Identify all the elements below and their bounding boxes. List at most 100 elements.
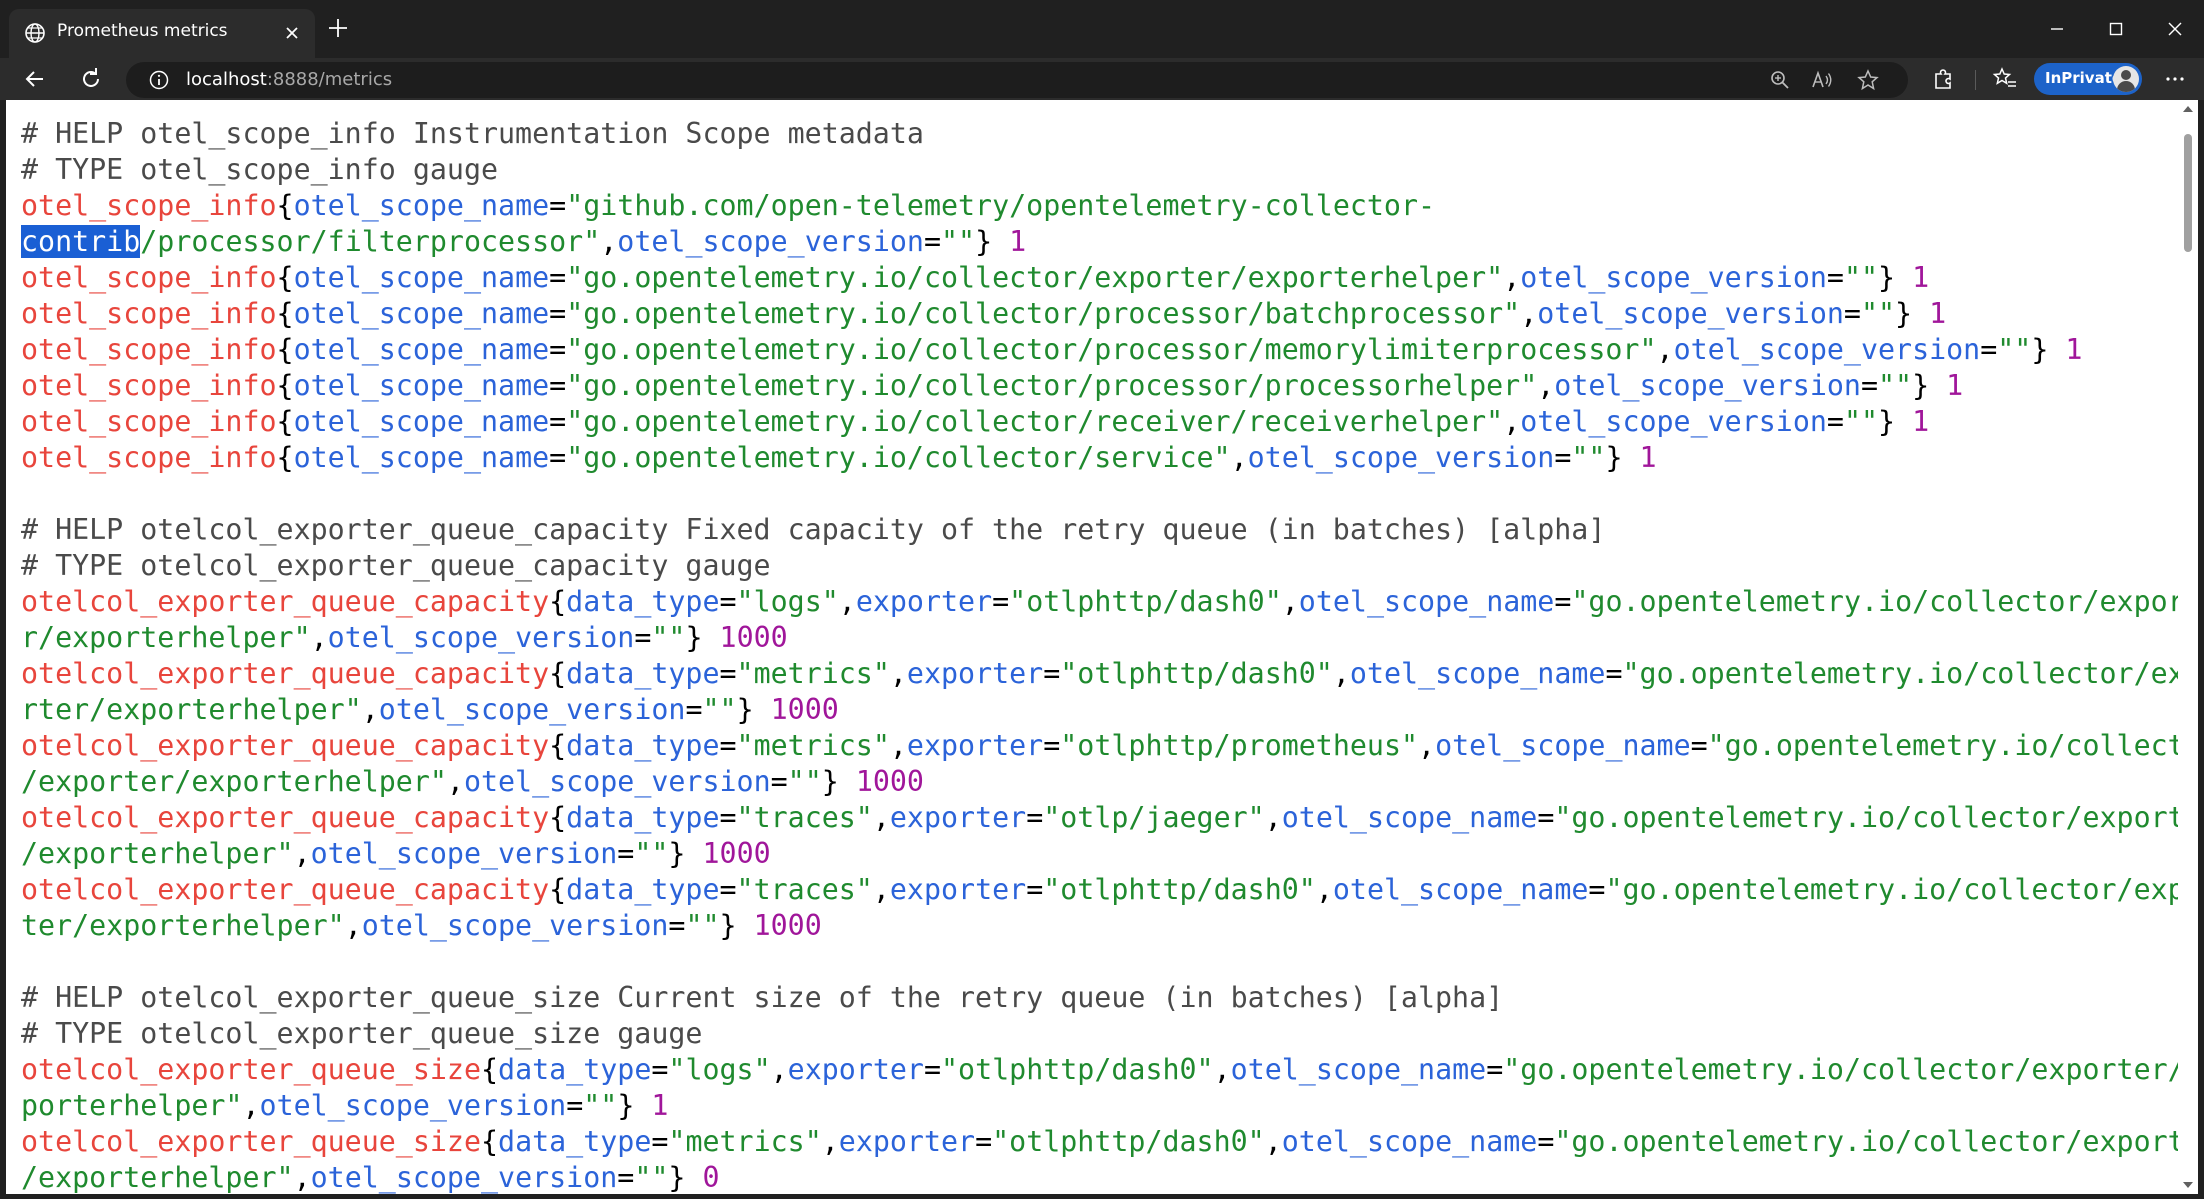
extensions-icon[interactable] — [1928, 64, 1958, 94]
label-key: otel_scope_name — [1349, 657, 1606, 690]
metric-value: 1000 — [719, 621, 788, 654]
label-key: data_type — [566, 657, 720, 690]
label-value: "metrics" — [736, 729, 890, 762]
equals: = — [651, 1125, 669, 1158]
brace: } — [2031, 333, 2066, 366]
metric-name: otelcol_exporter_queue_size — [21, 1053, 481, 1086]
label-key: exporter — [855, 585, 993, 618]
label-value: "" — [1843, 261, 1879, 294]
scrollbar-thumb[interactable] — [2184, 134, 2192, 252]
equals: = — [549, 297, 567, 330]
label-value: "" — [634, 1161, 669, 1194]
comment-text: # HELP otelcol_exporter_queue_size Curre… — [21, 981, 1504, 1014]
comment-text: # TYPE otel_scope_info gauge — [21, 153, 499, 186]
label-value: "" — [941, 225, 976, 258]
label-key: exporter — [787, 1053, 924, 1086]
brace: } — [668, 837, 703, 870]
label-value: "otlphttp/dash0" — [992, 1125, 1265, 1158]
label-value: "otlphttp/prometheus" — [1060, 729, 1419, 762]
comma: , — [1213, 1053, 1231, 1086]
more-icon[interactable] — [2160, 64, 2190, 94]
selected-text: contrib — [21, 225, 141, 258]
label-value: "" — [702, 693, 737, 726]
scroll-up-icon[interactable] — [2182, 104, 2194, 114]
close-window-icon[interactable] — [2160, 14, 2190, 44]
label-value: "go.opentelemetry.io/collector/exporter — [1554, 801, 2178, 834]
label-value: "go.opentelemetry.io/collector/exporter/… — [566, 261, 1504, 294]
label-value: /exporterhelper" — [21, 837, 294, 870]
comma: , — [310, 621, 328, 654]
label-key: otel_scope_name — [293, 261, 550, 294]
comma: , — [1503, 261, 1521, 294]
minimize-icon[interactable] — [2042, 14, 2072, 44]
label-value: "go.opentelemetry.io/collector/processor… — [566, 333, 1657, 366]
label-key: data_type — [498, 1125, 652, 1158]
window-border — [0, 1194, 2204, 1199]
scroll-down-icon[interactable] — [2182, 1180, 2194, 1190]
comment-text: # HELP otel_scope_info Instrumentation S… — [21, 117, 924, 150]
address-bar[interactable]: localhost:8888/metrics — [126, 62, 1908, 98]
brace: } — [1605, 441, 1640, 474]
comma: , — [838, 585, 856, 618]
metric-name: otel_scope_info — [21, 405, 277, 438]
inprivate-button[interactable]: InPrivate — [2034, 63, 2142, 95]
browser-tab[interactable]: Prometheus metrics — [9, 9, 315, 58]
label-value: "" — [787, 765, 822, 798]
label-value: "go.opentelemetry.io/collector/processor… — [566, 369, 1538, 402]
label-value: "go.opentelemetry.io/collector/expor — [1605, 873, 2178, 906]
equals: = — [617, 1161, 635, 1194]
toolbar-divider — [1975, 70, 1976, 90]
comma: , — [821, 1125, 839, 1158]
label-value: "" — [583, 1089, 618, 1122]
favorites-icon[interactable] — [1990, 64, 2020, 94]
equals: = — [1043, 657, 1061, 690]
equals: = — [719, 585, 737, 618]
label-key: data_type — [566, 801, 720, 834]
label-key: otel_scope_name — [293, 441, 550, 474]
metric-name: otel_scope_info — [21, 261, 277, 294]
equals: = — [668, 909, 686, 942]
vertical-scrollbar[interactable] — [2178, 100, 2198, 1194]
brace: } — [975, 225, 1010, 258]
equals: = — [549, 189, 567, 222]
comma: , — [872, 801, 890, 834]
label-key: otel_scope_name — [293, 189, 550, 222]
comment-line: # TYPE otelcol_exporter_queue_size gauge — [21, 1016, 2161, 1052]
label-value: "otlphttp/dash0" — [1060, 657, 1333, 690]
label-value: "metrics" — [736, 657, 890, 690]
metric-value: 1 — [1009, 225, 1027, 258]
label-key: exporter — [838, 1125, 976, 1158]
equals: = — [923, 1053, 942, 1086]
label-value: r/exporterhelper" — [21, 621, 311, 654]
metric-line: otelcol_exporter_queue_capacity{data_typ… — [21, 872, 2178, 908]
close-tab-icon[interactable] — [281, 22, 303, 44]
metric-value: 1000 — [753, 909, 822, 942]
equals: = — [719, 873, 737, 906]
label-key: otel_scope_name — [1281, 801, 1538, 834]
maximize-icon[interactable] — [2101, 14, 2131, 44]
read-aloud-icon[interactable] — [1810, 68, 1834, 92]
favorite-star-icon[interactable] — [1856, 68, 1880, 92]
new-tab-icon[interactable] — [325, 15, 351, 41]
metric-value: 1 — [1912, 405, 1930, 438]
label-key: otel_scope_name — [1281, 1125, 1538, 1158]
refresh-icon[interactable] — [76, 64, 106, 94]
metric-name: otelcol_exporter_queue_capacity — [21, 585, 550, 618]
back-icon[interactable] — [20, 64, 50, 94]
equals: = — [1826, 405, 1844, 438]
zoom-icon[interactable] — [1768, 68, 1792, 92]
metric-value: 1000 — [855, 765, 924, 798]
label-key: data_type — [566, 873, 720, 906]
info-icon[interactable] — [148, 69, 170, 91]
label-key: otel_scope_name — [293, 333, 550, 366]
comment-line: # TYPE otel_scope_info gauge — [21, 152, 2161, 188]
label-value: "logs" — [668, 1053, 771, 1086]
url-text[interactable]: localhost:8888/metrics — [186, 69, 392, 90]
comma: , — [293, 1161, 311, 1194]
equals: = — [1026, 873, 1044, 906]
url-path: :8888/metrics — [266, 69, 393, 90]
comment-line: # TYPE otelcol_exporter_queue_capacity g… — [21, 548, 2161, 584]
label-value: "otlphttp/dash0" — [1043, 873, 1316, 906]
label-key: otel_scope_name — [1435, 729, 1691, 762]
